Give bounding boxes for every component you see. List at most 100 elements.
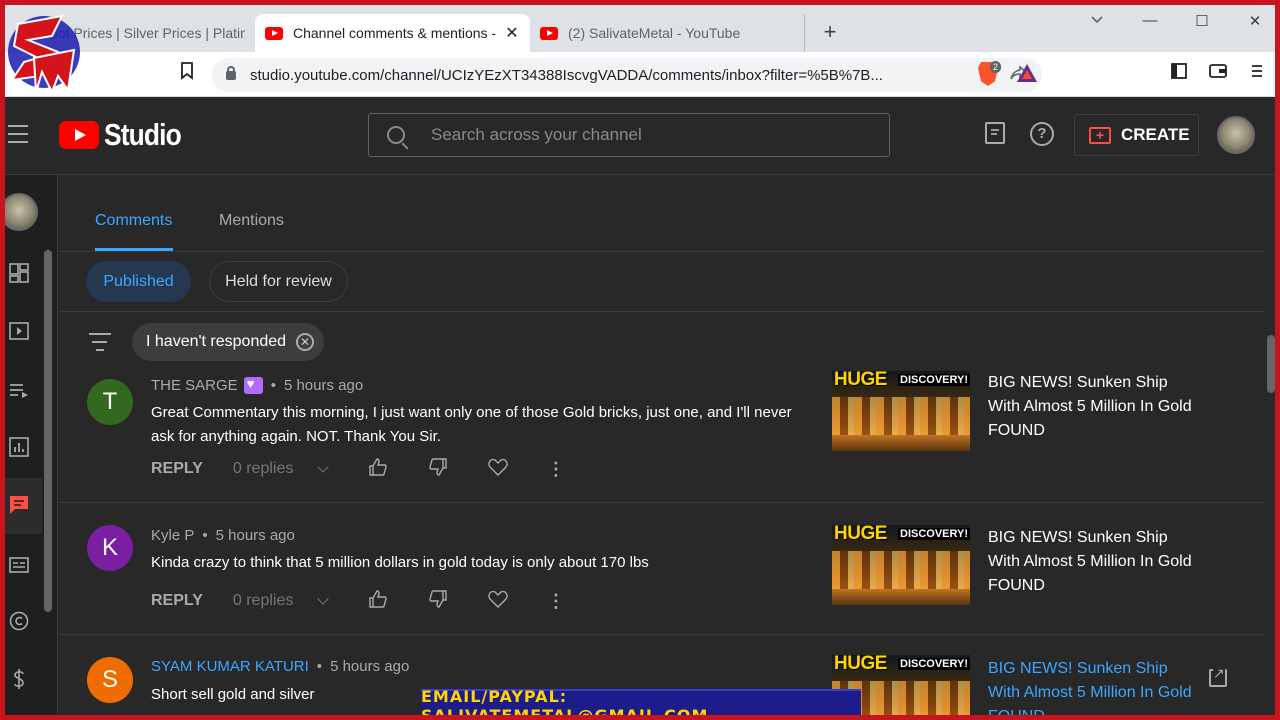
help-icon[interactable]: ?	[1030, 122, 1054, 146]
filter-bar: I haven't responded ✕	[59, 313, 1264, 371]
sidebar-icon[interactable]	[1167, 62, 1191, 86]
studio-wordmark[interactable]: Studio	[104, 117, 182, 153]
new-tab-button[interactable]: +	[818, 20, 842, 44]
contact-banner: EMAIL/PAYPAL: SALIVATEMETAL@GMAIL.COM	[421, 687, 861, 720]
remove-filter-icon[interactable]: ✕	[296, 333, 315, 351]
replies-count[interactable]: 0 replies	[233, 460, 313, 478]
comment-row: K Kyle P • 5 hours ago Kinda crazy to th…	[59, 503, 1264, 635]
chevron-down-icon[interactable]	[317, 593, 329, 605]
filter-chip-label: I haven't responded	[146, 333, 287, 350]
comments-icon[interactable]	[8, 495, 30, 517]
video-title[interactable]: BIG NEWS! Sunken Ship With Almost 5 Mill…	[988, 526, 1198, 598]
menu-icon[interactable]	[1245, 62, 1269, 86]
reply-button[interactable]: REPLY	[151, 592, 203, 610]
thumbnail-discovery-text: DISCOVERY!	[898, 374, 970, 386]
open-external-icon[interactable]	[1209, 665, 1227, 687]
comment-author[interactable]: SYAM KUMAR KATURI	[151, 658, 309, 675]
comment-text: Great Commentary this morning, I just wa…	[151, 404, 792, 445]
active-tab-underline	[95, 248, 173, 251]
search-input[interactable]: Search across your channel	[368, 113, 890, 157]
analytics-icon[interactable]	[8, 437, 30, 459]
separator-dot: •	[270, 377, 276, 394]
comment-author[interactable]: Kyle P	[151, 527, 194, 544]
browser-toolbar: studio.youtube.com/channel/UCIzYEzXT3438…	[0, 52, 1280, 97]
comment-actions: REPLY 0 replies ⋮	[151, 457, 565, 481]
sidebar-scrollbar[interactable]	[44, 250, 52, 612]
tab-channel-comments[interactable]: Channel comments & mentions - ✕	[255, 14, 530, 52]
replies-count[interactable]: 0 replies	[233, 592, 313, 610]
dashboard-icon[interactable]	[8, 263, 30, 285]
content-icon[interactable]	[8, 321, 30, 343]
like-icon[interactable]	[367, 457, 389, 481]
comment-time[interactable]: 5 hours ago	[284, 377, 363, 394]
status-chips: Published Held for review	[59, 253, 1264, 312]
video-thumbnail[interactable]: HUGE DISCOVERY!	[832, 371, 970, 451]
url-text: studio.youtube.com/channel/UCIzYEzXT3438…	[250, 66, 883, 84]
channel-avatar[interactable]	[0, 193, 38, 231]
thumbnail-huge-text: HUGE	[834, 655, 887, 674]
wallet-icon[interactable]	[1206, 62, 1230, 86]
thumbnail-discovery-text: DISCOVERY!	[898, 528, 970, 540]
video-title[interactable]: BIG NEWS! Sunken Ship With Almost 5 Mill…	[988, 657, 1198, 720]
hamburger-menu-icon[interactable]	[8, 125, 28, 149]
video-thumbnail[interactable]: HUGE DISCOVERY!	[832, 525, 970, 605]
filter-chip[interactable]: I haven't responded ✕	[132, 323, 325, 361]
tab-salivatemetal-youtube[interactable]: (2) SalivateMetal - YouTube	[530, 14, 805, 52]
subtitles-icon[interactable]	[8, 555, 30, 577]
dislike-icon[interactable]	[427, 457, 449, 481]
copyright-icon[interactable]	[8, 611, 30, 633]
heart-icon[interactable]	[487, 458, 509, 481]
comment-meta: SYAM KUMAR KATURI • 5 hours ago	[151, 658, 409, 675]
avatar[interactable]: S	[87, 657, 133, 703]
address-bar[interactable]: studio.youtube.com/channel/UCIzYEzXT3438…	[212, 58, 1042, 92]
create-video-icon: +	[1089, 126, 1111, 144]
tab-comments[interactable]: Comments	[95, 212, 172, 230]
feedback-icon[interactable]	[985, 122, 1005, 144]
comment-actions: REPLY 0 replies ⋮	[151, 589, 565, 613]
comment-time[interactable]: 5 hours ago	[216, 527, 295, 544]
account-avatar[interactable]	[1217, 116, 1255, 154]
brave-rewards-icon[interactable]	[1017, 64, 1037, 82]
comment-author[interactable]: THE SARGE	[151, 377, 238, 394]
published-chip[interactable]: Published	[86, 261, 191, 302]
reply-button[interactable]: REPLY	[151, 460, 203, 478]
close-tab-icon[interactable]: ✕	[504, 23, 520, 43]
create-button[interactable]: + CREATE	[1074, 114, 1199, 156]
create-label: CREATE	[1121, 125, 1190, 144]
playlists-icon[interactable]	[8, 380, 30, 402]
main-scrollbar[interactable]	[1267, 335, 1275, 393]
video-title[interactable]: BIG NEWS! Sunken Ship With Almost 5 Mill…	[988, 371, 1198, 443]
comment-meta: Kyle P • 5 hours ago	[151, 527, 295, 544]
held-for-review-chip[interactable]: Held for review	[209, 261, 348, 302]
tab-search-chevron-icon[interactable]	[1085, 12, 1109, 29]
more-options-icon[interactable]: ⋮	[547, 591, 565, 612]
minimize-button[interactable]: —	[1138, 12, 1162, 29]
tab-mentions[interactable]: Mentions	[219, 212, 284, 230]
monetization-icon[interactable]	[8, 668, 30, 690]
separator-dot: •	[316, 658, 323, 675]
lock-icon	[226, 65, 236, 80]
bookmark-icon[interactable]	[175, 62, 199, 86]
channel-logo-watermark	[8, 14, 80, 95]
main-content: Comments Mentions Published Held for rev…	[59, 175, 1280, 720]
heart-icon[interactable]	[487, 590, 509, 613]
like-icon[interactable]	[367, 589, 389, 613]
more-options-icon[interactable]: ⋮	[547, 459, 565, 480]
thumbnail-discovery-text: DISCOVERY!	[898, 658, 970, 670]
youtube-favicon-icon	[265, 26, 283, 40]
filter-icon[interactable]	[89, 333, 111, 357]
browser-tab-bar: pot Prices | Silver Prices | Platin Chan…	[0, 0, 1280, 52]
comment-time[interactable]: 5 hours ago	[330, 658, 409, 675]
separator-dot: •	[202, 527, 208, 544]
search-placeholder: Search across your channel	[431, 125, 642, 144]
avatar[interactable]: K	[87, 525, 133, 571]
avatar[interactable]: T	[87, 379, 133, 425]
youtube-logo-icon[interactable]	[59, 121, 99, 149]
maximize-button[interactable]: ☐	[1190, 12, 1214, 30]
youtube-favicon-icon	[540, 26, 558, 40]
close-window-button[interactable]: ✕	[1243, 12, 1267, 30]
dislike-icon[interactable]	[427, 589, 449, 613]
tab-title: Channel comments & mentions -	[293, 25, 497, 41]
comment-meta: THE SARGE • 5 hours ago	[151, 376, 371, 394]
chevron-down-icon[interactable]	[317, 461, 329, 473]
